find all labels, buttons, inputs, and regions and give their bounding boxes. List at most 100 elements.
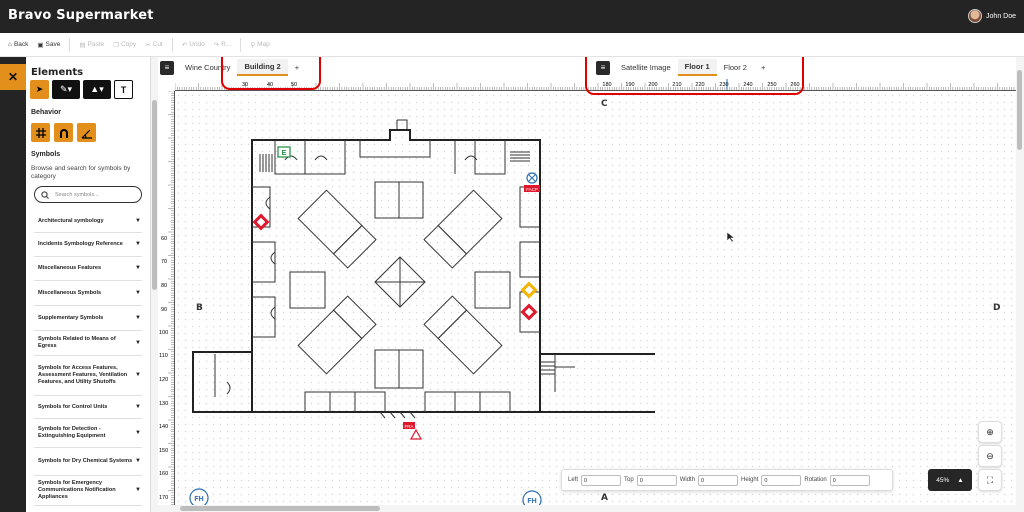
caret-down-icon: ▼ bbox=[135, 372, 141, 378]
exit-sign-label: E bbox=[282, 150, 287, 157]
caret-up-icon: ▲ bbox=[957, 476, 964, 484]
fullscreen-icon: ⛶ bbox=[986, 474, 994, 485]
paste-icon: ▤ bbox=[79, 41, 86, 49]
height-field: Height 0 bbox=[741, 474, 802, 486]
ruler-label: 120 bbox=[159, 377, 168, 383]
fullscreen-button[interactable]: ⛶ bbox=[978, 469, 1002, 491]
search-placeholder: Search symbols... bbox=[55, 191, 99, 198]
angle-icon bbox=[81, 129, 92, 139]
magnet-icon bbox=[59, 128, 68, 138]
canvas-area: ≡ Wine Country Building 2 + ≡ Satellite … bbox=[158, 57, 1024, 512]
category-item[interactable]: Symbols for Emergency Communications Not… bbox=[34, 476, 142, 506]
mouse-cursor-icon bbox=[726, 231, 736, 243]
shapes-icon: ▲▾ bbox=[90, 84, 104, 94]
panel-scrollbar-thumb[interactable] bbox=[152, 100, 157, 290]
shapes-tool[interactable]: ▲▾ bbox=[83, 80, 111, 99]
building-menu-button[interactable]: ≡ bbox=[160, 60, 174, 75]
zoom-level-dropdown[interactable]: 45% ▲ bbox=[928, 469, 972, 491]
caret-down-icon: ▼ bbox=[135, 218, 141, 224]
left-input[interactable]: 0 bbox=[581, 474, 622, 486]
home-icon: ⌂ bbox=[8, 41, 12, 48]
room-block bbox=[289, 271, 326, 309]
width-input[interactable]: 0 bbox=[698, 474, 739, 486]
exit-sign: E bbox=[277, 146, 291, 158]
user-menu[interactable]: John Doe bbox=[968, 9, 1016, 23]
zoom-out-button[interactable]: ⊖ bbox=[978, 445, 1002, 467]
zoom-in-button[interactable]: ⊕ bbox=[978, 421, 1002, 443]
symbol-search-input[interactable]: Search symbols... bbox=[34, 186, 142, 203]
left-field: Left 0 bbox=[568, 474, 622, 486]
text-tool[interactable]: T bbox=[114, 80, 133, 99]
redo-button[interactable]: ↷ R... bbox=[214, 41, 232, 49]
cut-button[interactable]: ✂ Cut bbox=[145, 41, 163, 49]
angle-snap-button[interactable] bbox=[77, 123, 96, 142]
undo-icon: ↶ bbox=[181, 41, 188, 49]
category-item[interactable]: Architectural symbology ▼ bbox=[34, 211, 142, 233]
top-input[interactable]: 0 bbox=[636, 474, 677, 486]
property-fields: Left 0 Top 0 Width 0 Height 0 Rotation 0 bbox=[561, 469, 893, 491]
canvas-horizontal-scrollbar-thumb[interactable] bbox=[180, 506, 380, 511]
toolbar-divider bbox=[69, 37, 71, 52]
desk-cluster-ne bbox=[423, 189, 503, 269]
ruler-label: 150 bbox=[159, 448, 168, 454]
caret-down-icon: ▼ bbox=[135, 241, 141, 247]
pointer-icon: ➤ bbox=[35, 84, 44, 94]
width-field: Width 0 bbox=[680, 474, 739, 486]
cut-icon: ✂ bbox=[145, 41, 151, 49]
fra-label: FRA bbox=[405, 424, 414, 429]
rotation-input[interactable]: 0 bbox=[829, 474, 870, 486]
category-item[interactable]: Miscellaneous Symbols ▼ bbox=[34, 281, 142, 306]
ruler-label: 170 bbox=[159, 495, 168, 501]
edit-toolbar: ⌂ Back ▣ Save ▤ Paste ❐ Copy ✂ Cut ↶ Undo ↷ R..… bbox=[0, 33, 1024, 57]
caret-down-icon: ▼ bbox=[135, 487, 141, 493]
undo-button[interactable]: ↶ Undo bbox=[182, 41, 205, 49]
outer-wall bbox=[251, 129, 541, 413]
east-annex-wall bbox=[540, 353, 655, 413]
category-item[interactable]: Symbols for Control Units ▼ bbox=[34, 396, 142, 419]
floor-plan[interactable]: E FACP FRA FH FH bbox=[175, 92, 655, 512]
room-block bbox=[474, 271, 511, 309]
save-button[interactable]: ▣ Save bbox=[37, 41, 60, 49]
pen-icon: ✎▾ bbox=[59, 84, 73, 94]
symbols-description: Browse and search for symbols by categor… bbox=[31, 165, 131, 180]
fh-label: FH bbox=[194, 496, 203, 503]
map-button[interactable]: ⚲ Map bbox=[250, 41, 269, 49]
copy-button[interactable]: ❐ Copy bbox=[113, 41, 136, 49]
west-annex-wall bbox=[192, 351, 252, 413]
category-item[interactable]: Incidents Symbology Reference ▼ bbox=[34, 233, 142, 257]
zoom-in-icon: ⊕ bbox=[986, 426, 994, 437]
text-icon: T bbox=[120, 84, 127, 95]
grid-snap-button[interactable] bbox=[31, 123, 50, 142]
tool-group: ➤ ✎▾ ▲▾ T bbox=[30, 80, 133, 99]
category-item[interactable]: Symbols for Detection - Extinguishing Eq… bbox=[34, 419, 142, 448]
search-icon bbox=[41, 190, 49, 199]
ruler-label: 140 bbox=[159, 424, 168, 430]
category-item[interactable]: Miscellaneous Features ▼ bbox=[34, 257, 142, 281]
magnet-button[interactable] bbox=[54, 123, 73, 142]
tools-icon[interactable]: ✕ bbox=[0, 64, 26, 90]
paste-button[interactable]: ▤ Paste bbox=[79, 41, 104, 49]
ruler-label: 70 bbox=[161, 259, 167, 265]
desk-cluster-nw bbox=[297, 189, 377, 269]
height-input[interactable]: 0 bbox=[761, 474, 802, 486]
category-item[interactable]: Symbols for Access Features, Assessment … bbox=[34, 356, 142, 396]
pointer-tool[interactable]: ➤ bbox=[30, 80, 49, 99]
avatar[interactable] bbox=[968, 9, 983, 23]
hazard-diamond-icon bbox=[520, 281, 538, 299]
ruler-label: 80 bbox=[161, 283, 167, 289]
canvas-vertical-scrollbar-thumb[interactable] bbox=[1017, 70, 1022, 150]
back-button[interactable]: ⌂ Back bbox=[8, 41, 28, 48]
caret-down-icon: ▼ bbox=[135, 314, 141, 321]
zoom-out-icon: ⊖ bbox=[986, 450, 994, 461]
ruler-label: 130 bbox=[159, 401, 168, 407]
hamburger-icon: ≡ bbox=[164, 63, 170, 72]
left-ruler: 60 70 80 90 100 110 120 130 140 150 160 … bbox=[158, 91, 175, 512]
facp-label: FACP bbox=[526, 187, 538, 192]
category-item[interactable]: Supplementary Symbols ▼ bbox=[34, 306, 142, 331]
category-item[interactable]: Symbols Related to Means of Egress ▼ bbox=[34, 331, 142, 356]
category-item[interactable]: Symbols for Dry Chemical Systems ▼ bbox=[34, 448, 142, 476]
toolbar-divider bbox=[171, 37, 173, 52]
pen-tool[interactable]: ✎▾ bbox=[52, 80, 80, 99]
behavior-group bbox=[31, 123, 96, 142]
category-list: Architectural symbology ▼ Incidents Symbo… bbox=[34, 211, 142, 506]
